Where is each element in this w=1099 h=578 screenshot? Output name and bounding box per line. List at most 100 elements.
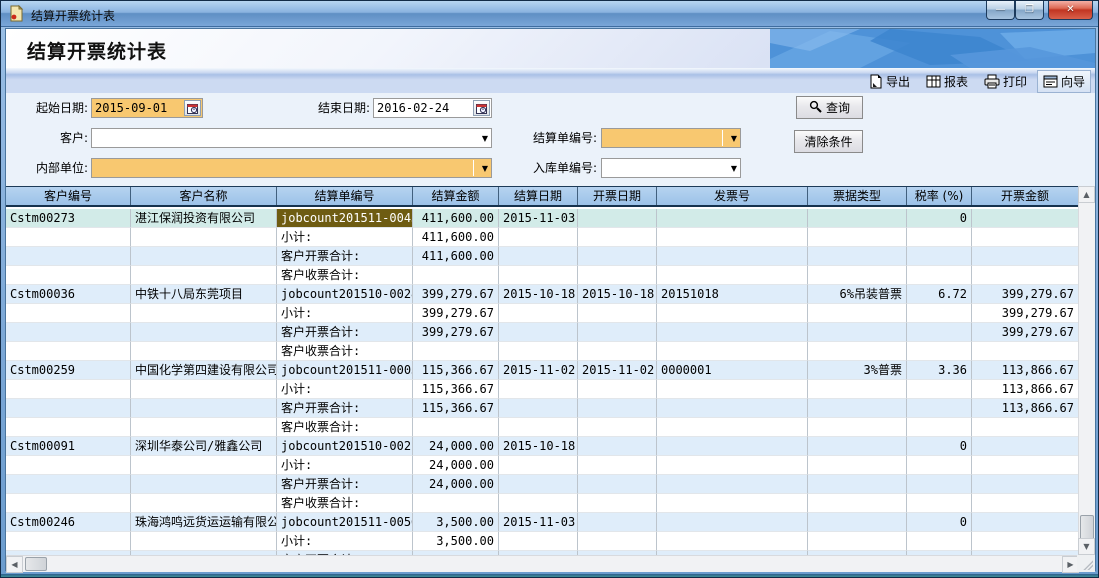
table-cell[interactable] bbox=[972, 494, 1079, 513]
table-cell[interactable]: 客户开票合计: bbox=[277, 475, 413, 494]
table-cell[interactable]: 399,279.67 bbox=[972, 304, 1079, 323]
report-button[interactable]: 报表 bbox=[920, 70, 974, 93]
table-cell[interactable] bbox=[6, 475, 131, 494]
table-cell[interactable]: 客户开票合计: bbox=[277, 399, 413, 418]
table-cell[interactable]: 客户收票合计: bbox=[277, 418, 413, 437]
table-cell[interactable] bbox=[6, 456, 131, 475]
table-cell[interactable] bbox=[578, 266, 657, 285]
table-cell[interactable]: 中铁十八局东莞项目 bbox=[131, 285, 277, 304]
table-cell[interactable]: jobcount201511-0043 bbox=[277, 209, 413, 228]
table-cell[interactable]: 2015-11-03 bbox=[499, 513, 578, 532]
table-cell[interactable] bbox=[972, 342, 1079, 361]
table-cell[interactable] bbox=[907, 380, 972, 399]
table-cell[interactable] bbox=[907, 342, 972, 361]
table-cell[interactable]: 411,600.00 bbox=[413, 247, 499, 266]
table-cell[interactable] bbox=[131, 342, 277, 361]
table-cell[interactable]: 0 bbox=[907, 209, 972, 228]
column-header[interactable]: 发票号 bbox=[657, 187, 808, 205]
table-cell[interactable]: 399,279.67 bbox=[972, 285, 1079, 304]
table-cell[interactable] bbox=[657, 380, 808, 399]
table-cell[interactable]: 2015-11-02 bbox=[578, 361, 657, 380]
column-header[interactable]: 票据类型 bbox=[808, 187, 907, 205]
table-cell[interactable] bbox=[499, 399, 578, 418]
table-cell[interactable]: 小计: bbox=[277, 456, 413, 475]
query-button[interactable]: 查询 bbox=[796, 96, 863, 119]
maximize-button[interactable]: ❐ bbox=[1015, 1, 1044, 20]
table-cell[interactable] bbox=[657, 323, 808, 342]
table-cell[interactable] bbox=[6, 266, 131, 285]
table-cell[interactable] bbox=[972, 532, 1079, 551]
start-date-field[interactable]: 2015-09-01 bbox=[91, 98, 203, 118]
column-header[interactable]: 开票日期 bbox=[578, 187, 657, 205]
close-button[interactable]: ✕ bbox=[1048, 1, 1093, 20]
table-cell[interactable] bbox=[578, 247, 657, 266]
column-header[interactable]: 税率 (%) bbox=[907, 187, 972, 205]
table-cell[interactable] bbox=[907, 418, 972, 437]
table-cell[interactable]: 113,866.67 bbox=[972, 399, 1079, 418]
table-cell[interactable] bbox=[6, 304, 131, 323]
vertical-scrollbar[interactable]: ▲ ▼ bbox=[1078, 186, 1095, 555]
table-cell[interactable]: 6.72 bbox=[907, 285, 972, 304]
table-cell[interactable] bbox=[499, 304, 578, 323]
table-cell[interactable] bbox=[657, 342, 808, 361]
table-cell[interactable]: 113,866.67 bbox=[972, 361, 1079, 380]
customer-dropdown[interactable]: ▼ bbox=[91, 128, 492, 148]
table-cell[interactable] bbox=[972, 513, 1079, 532]
table-cell[interactable]: 客户收票合计: bbox=[277, 494, 413, 513]
table-cell[interactable]: 2015-10-18 bbox=[499, 437, 578, 456]
table-cell[interactable]: 399,279.67 bbox=[413, 323, 499, 342]
table-cell[interactable]: 24,000.00 bbox=[413, 437, 499, 456]
table-cell[interactable] bbox=[131, 418, 277, 437]
table-cell[interactable] bbox=[499, 266, 578, 285]
table-cell[interactable]: 399,279.67 bbox=[972, 323, 1079, 342]
table-cell[interactable] bbox=[6, 380, 131, 399]
table-cell[interactable]: 客户收票合计: bbox=[277, 266, 413, 285]
table-cell[interactable] bbox=[499, 475, 578, 494]
table-cell[interactable]: 3,500.00 bbox=[413, 532, 499, 551]
table-cell[interactable] bbox=[972, 418, 1079, 437]
table-cell[interactable] bbox=[808, 342, 907, 361]
table-cell[interactable] bbox=[131, 247, 277, 266]
table-cell[interactable]: 115,366.67 bbox=[413, 399, 499, 418]
table-cell[interactable]: Cstm00246 bbox=[6, 513, 131, 532]
table-cell[interactable]: 399,279.67 bbox=[413, 285, 499, 304]
table-cell[interactable] bbox=[808, 380, 907, 399]
table-cell[interactable] bbox=[131, 266, 277, 285]
table-cell[interactable] bbox=[6, 399, 131, 418]
table-cell[interactable] bbox=[657, 475, 808, 494]
table-cell[interactable] bbox=[972, 456, 1079, 475]
table-cell[interactable]: Cstm00273 bbox=[6, 209, 131, 228]
table-cell[interactable] bbox=[657, 494, 808, 513]
table-cell[interactable] bbox=[413, 266, 499, 285]
table-cell[interactable] bbox=[907, 228, 972, 247]
table-cell[interactable] bbox=[808, 437, 907, 456]
table-cell[interactable] bbox=[578, 532, 657, 551]
table-cell[interactable]: 客户开票合计: bbox=[277, 247, 413, 266]
titlebar[interactable]: 结算开票统计表 — ❐ ✕ bbox=[1, 1, 1098, 27]
table-cell[interactable] bbox=[907, 532, 972, 551]
table-cell[interactable]: 中国化学第四建设有限公司 bbox=[131, 361, 277, 380]
table-cell[interactable]: jobcount201510-0021 bbox=[277, 437, 413, 456]
table-cell[interactable] bbox=[657, 209, 808, 228]
column-header[interactable]: 结算金额 bbox=[413, 187, 499, 205]
table-cell[interactable] bbox=[808, 475, 907, 494]
table-cell[interactable] bbox=[657, 228, 808, 247]
table-cell[interactable] bbox=[578, 418, 657, 437]
table-cell[interactable] bbox=[907, 494, 972, 513]
table-cell[interactable] bbox=[499, 342, 578, 361]
table-cell[interactable] bbox=[499, 456, 578, 475]
table-cell[interactable] bbox=[808, 266, 907, 285]
table-cell[interactable] bbox=[907, 304, 972, 323]
table-cell[interactable] bbox=[907, 266, 972, 285]
table-cell[interactable] bbox=[657, 304, 808, 323]
table-cell[interactable]: 411,600.00 bbox=[413, 228, 499, 247]
end-date-field[interactable]: 2016-02-24 bbox=[373, 98, 492, 118]
export-button[interactable]: 导出 bbox=[863, 70, 916, 93]
minimize-button[interactable]: — bbox=[986, 1, 1015, 20]
table-cell[interactable] bbox=[499, 418, 578, 437]
table-cell[interactable] bbox=[6, 228, 131, 247]
table-cell[interactable]: Cstm00036 bbox=[6, 285, 131, 304]
settlement-no-dropdown[interactable]: ▼ bbox=[601, 128, 741, 148]
table-cell[interactable] bbox=[578, 475, 657, 494]
clear-conditions-button[interactable]: 清除条件 bbox=[794, 130, 863, 153]
